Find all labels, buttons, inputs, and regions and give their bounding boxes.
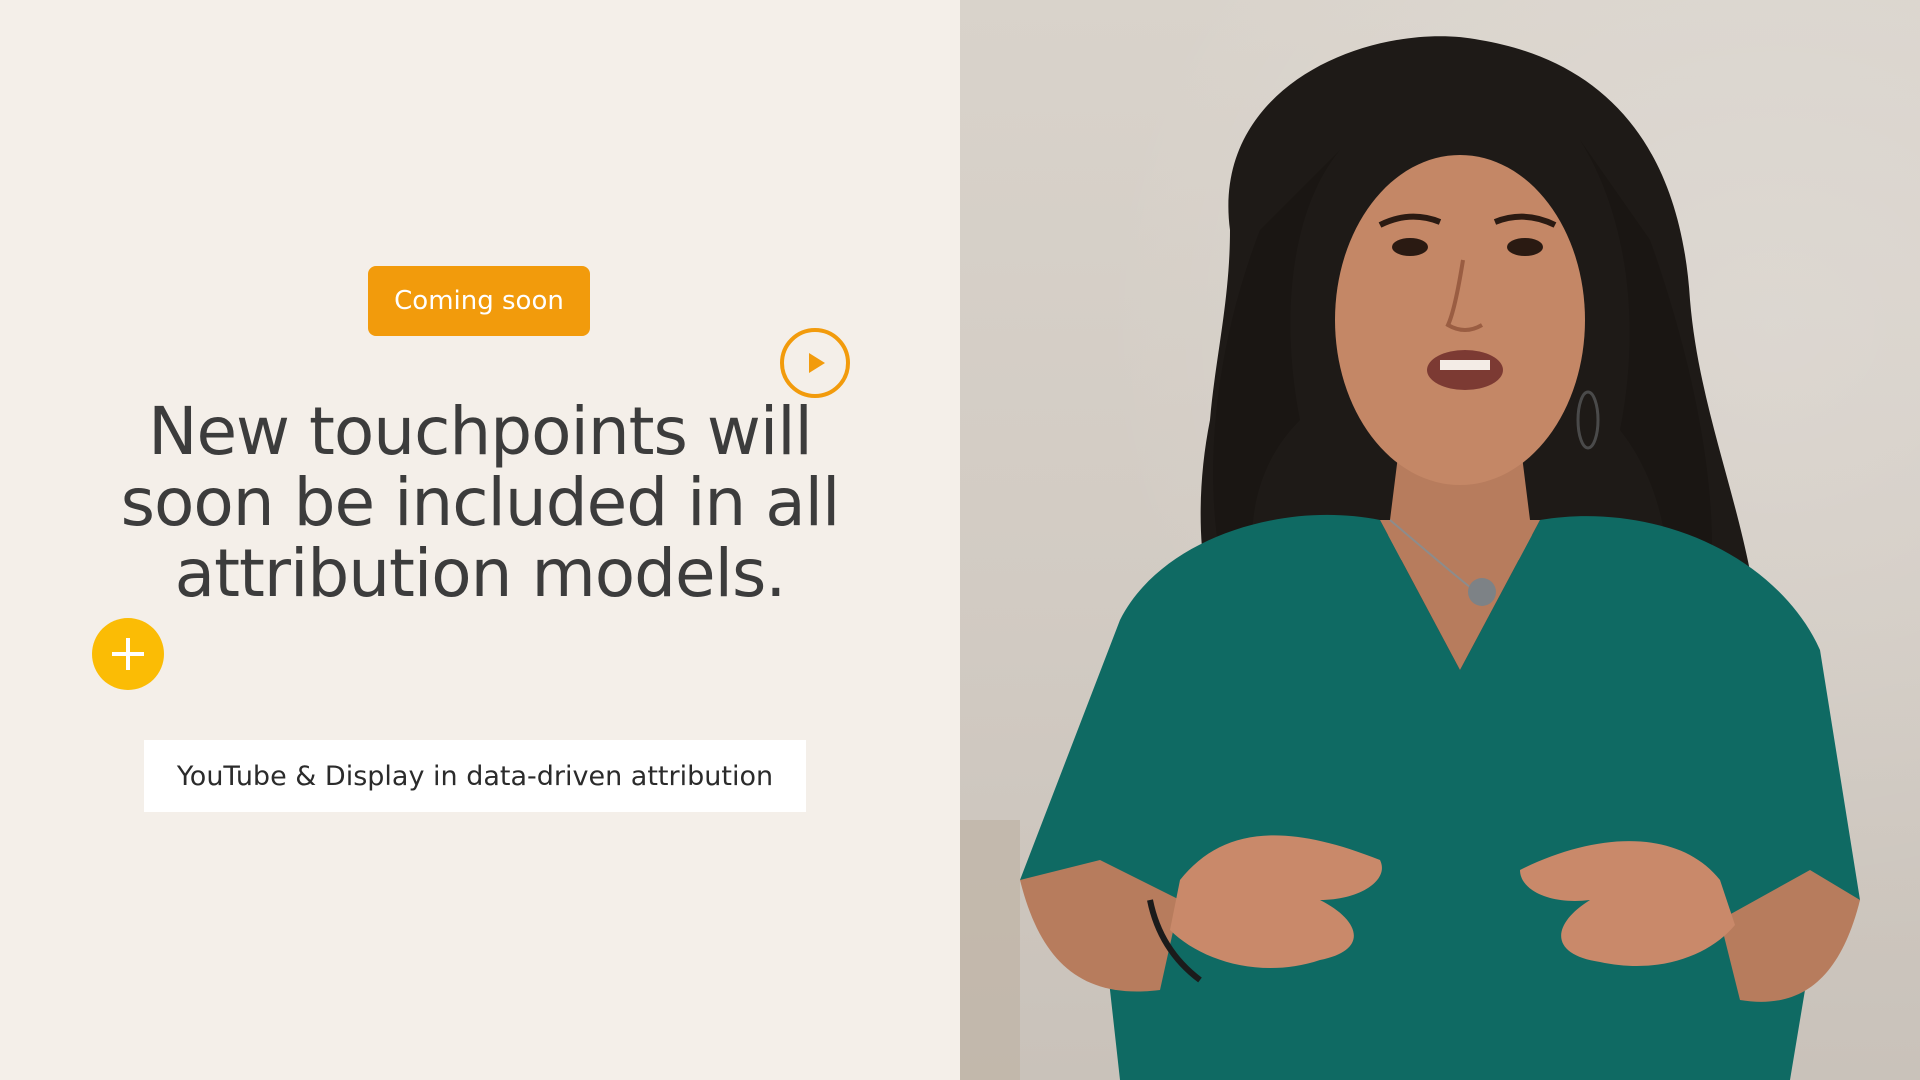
coming-soon-badge: Coming soon bbox=[368, 266, 590, 336]
video-frame: Coming soon New touchpoints will soon be… bbox=[0, 0, 1920, 1080]
speaker-video bbox=[960, 0, 1920, 1080]
speaker-figure bbox=[960, 36, 1860, 1080]
slide-text-panel: Coming soon New touchpoints will soon be… bbox=[0, 0, 960, 1080]
subtitle-label: YouTube & Display in data-driven attribu… bbox=[144, 740, 806, 812]
plus-circle-icon bbox=[92, 618, 164, 690]
play-circle-icon bbox=[780, 328, 850, 398]
headline: New touchpoints will soon be included in… bbox=[120, 393, 841, 612]
